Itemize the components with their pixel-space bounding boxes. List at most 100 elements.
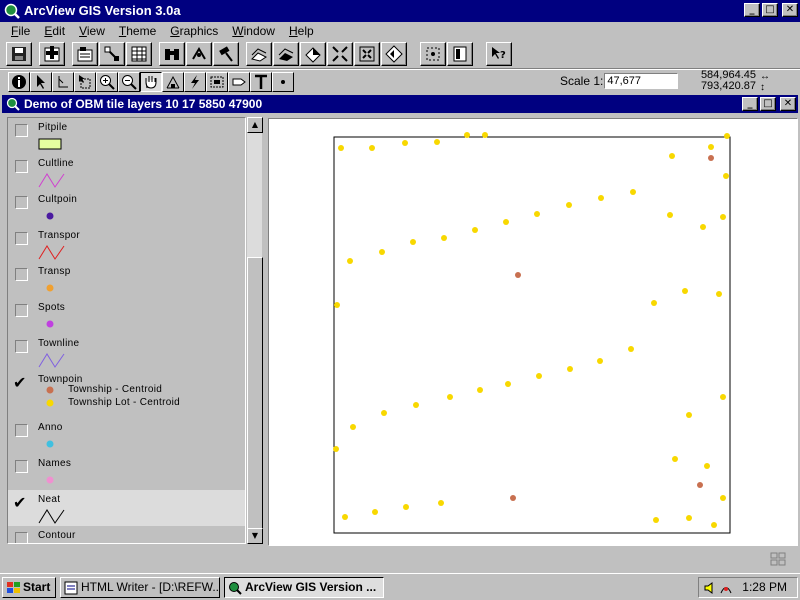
edit-legend-button[interactable] (99, 42, 125, 66)
menu-theme[interactable]: Theme (112, 22, 163, 40)
view-close-button[interactable]: ✕ (780, 97, 796, 111)
app-minimize-button[interactable]: _ (744, 3, 760, 17)
system-tray: 1:28 PM (698, 577, 798, 598)
hotlink-tool[interactable] (184, 72, 206, 92)
layer-visibility-checkbox[interactable] (15, 196, 28, 209)
layer-visibility-checkbox[interactable] (15, 340, 28, 353)
app-maximize-button[interactable]: □ (762, 3, 778, 17)
layer-visibility-checkbox[interactable] (15, 232, 28, 245)
zoom-active-themes-button[interactable] (273, 42, 299, 66)
task-label: ArcView GIS Version ... (245, 580, 377, 594)
pointer-tool[interactable] (30, 72, 52, 92)
township-lot-centroid-point (472, 227, 478, 233)
theme-properties-button[interactable] (72, 42, 98, 66)
zoom-previous-button[interactable] (381, 42, 407, 66)
township-lot-centroid-point (342, 514, 348, 520)
pan-tool[interactable] (140, 72, 162, 92)
layer-visibility-checkbox[interactable]: ✔ (13, 373, 28, 392)
map-canvas[interactable] (269, 119, 797, 545)
locate-address-icon (192, 47, 206, 60)
speaker-icon[interactable] (703, 581, 717, 595)
task-arcview[interactable]: ArcView GIS Version ... (224, 577, 384, 598)
area-of-interest-tool[interactable] (206, 72, 228, 92)
context-help-icon: ? (492, 47, 506, 61)
coordinate-y: 793,420.87 (700, 80, 756, 92)
query-builder-button[interactable] (213, 42, 239, 66)
legend-point-symbol (46, 284, 54, 292)
start-label: Start (23, 580, 51, 594)
zoom-full-extent-button[interactable] (246, 42, 272, 66)
menu-file[interactable]: File (4, 22, 37, 40)
scroll-thumb[interactable] (247, 257, 263, 537)
toc-layer-townline[interactable]: Townline (8, 334, 245, 370)
label-tool[interactable] (228, 72, 250, 92)
add-theme-button[interactable] (39, 42, 65, 66)
toc-layer-transp[interactable]: Transp (8, 262, 245, 298)
township-lot-centroid-point (434, 139, 440, 145)
scale-input[interactable]: 47,677 (604, 73, 679, 89)
township-lot-centroid-point (333, 446, 339, 452)
township-lot-centroid-point (410, 239, 416, 245)
windows-logo-icon (7, 582, 20, 593)
save-project-button[interactable] (6, 42, 32, 66)
app-close-button[interactable]: ✕ (782, 3, 798, 17)
view-maximize-button[interactable]: □ (760, 97, 776, 111)
toc-layer-cultline[interactable]: Cultline (8, 154, 245, 190)
toc-layer-contour[interactable]: Contour (8, 526, 245, 543)
select-feature-tool[interactable] (74, 72, 96, 92)
zoom-in-tool[interactable] (96, 72, 118, 92)
township-lot-centroid-point (567, 366, 573, 372)
township-lot-centroid-point (700, 224, 706, 230)
open-theme-table-button[interactable] (126, 42, 152, 66)
toc-scrollbar[interactable]: ▲ ▼ (246, 117, 263, 544)
zoom-out-tool[interactable] (118, 72, 140, 92)
menu-help[interactable]: Help (282, 22, 321, 40)
layer-visibility-checkbox[interactable] (15, 268, 28, 281)
layer-visibility-checkbox[interactable]: ✔ (13, 493, 28, 512)
menu-edit[interactable]: Edit (37, 22, 72, 40)
toc-layer-transpor[interactable]: Transpor (8, 226, 245, 262)
legend-point-symbol (46, 440, 54, 448)
text-tool[interactable] (250, 72, 272, 92)
vertex-edit-tool[interactable] (52, 72, 74, 92)
network-icon[interactable] (719, 581, 733, 595)
toc-layer-townpoin[interactable]: ✔ Townpoin Township - Centroid Township Lot… (8, 370, 245, 418)
select-graphics-button[interactable] (420, 42, 446, 66)
locate-address-button[interactable] (186, 42, 212, 66)
scroll-up-button[interactable]: ▲ (247, 117, 263, 133)
find-button[interactable] (159, 42, 185, 66)
start-button[interactable]: Start (2, 577, 56, 598)
clock: 1:28 PM (742, 580, 787, 594)
zoom-out-button[interactable] (354, 42, 380, 66)
layout-button[interactable] (447, 42, 473, 66)
view-minimize-button[interactable]: _ (742, 97, 758, 111)
identify-tool[interactable] (8, 72, 30, 92)
menu-window[interactable]: Window (225, 22, 282, 40)
township-lot-centroid-point (720, 214, 726, 220)
layer-visibility-checkbox[interactable] (15, 160, 28, 173)
map-display[interactable] (268, 118, 798, 546)
township-centroid-point (510, 495, 516, 501)
toc-layer-anno[interactable]: Anno (8, 418, 245, 454)
toc-layer-neat[interactable]: ✔ Neat (8, 490, 245, 526)
menu-view[interactable]: View (72, 22, 112, 40)
task-html-writer[interactable]: HTML Writer - [D:\REFW... (60, 577, 220, 598)
toc-layer-spots[interactable]: Spots (8, 298, 245, 334)
layer-visibility-checkbox[interactable] (15, 460, 28, 473)
toc-layer-pitpile[interactable]: Pitpile (8, 118, 245, 154)
zoom-selected-button[interactable] (300, 42, 326, 66)
layer-visibility-checkbox[interactable] (15, 124, 28, 137)
help-button[interactable]: ? (486, 42, 512, 66)
zoom-in-button[interactable] (327, 42, 353, 66)
layer-visibility-checkbox[interactable] (15, 304, 28, 317)
toc-layer-names[interactable]: Names (8, 454, 245, 490)
township-lot-centroid-point (447, 394, 453, 400)
menu-graphics[interactable]: Graphics (163, 22, 225, 40)
draw-point-tool[interactable] (272, 72, 294, 92)
toc-layer-cultpoin[interactable]: Cultpoin (8, 190, 245, 226)
measure-tool[interactable] (162, 72, 184, 92)
scroll-down-button[interactable]: ▼ (247, 528, 263, 544)
township-lot-centroid-point (464, 132, 470, 138)
layer-visibility-checkbox[interactable] (15, 532, 28, 543)
layer-visibility-checkbox[interactable] (15, 424, 28, 437)
